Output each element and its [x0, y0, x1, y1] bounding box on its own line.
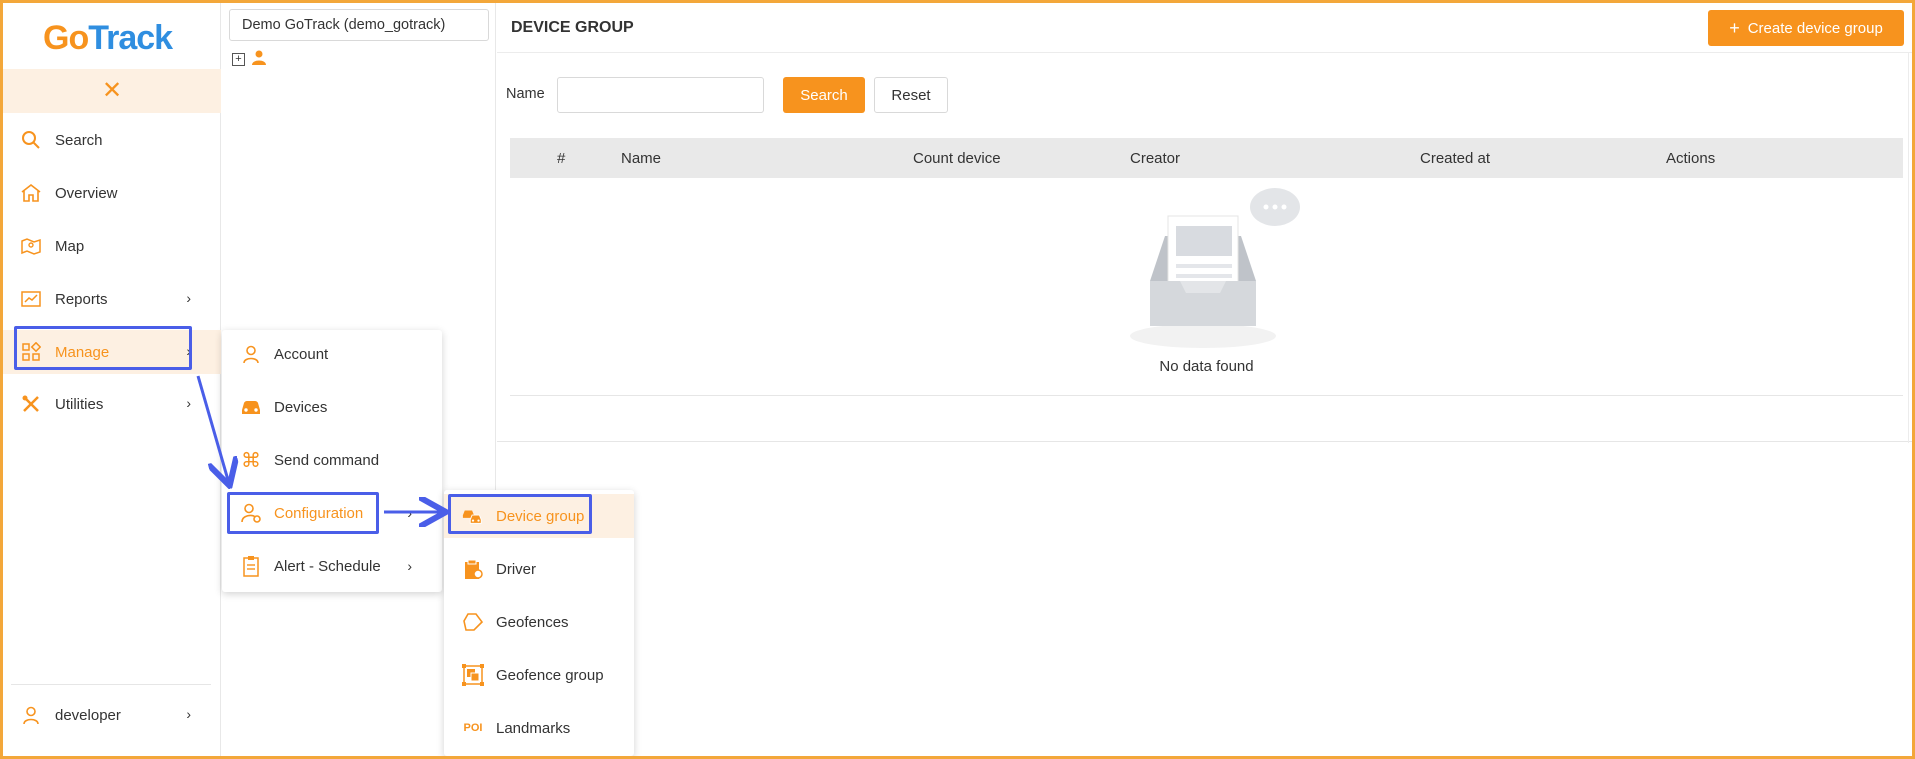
- device-group-table: # Name Count device Creator Created at A…: [510, 138, 1903, 396]
- cars-icon: [462, 505, 484, 527]
- empty-text: No data found: [1159, 358, 1254, 375]
- menu-item-label: Configuration: [274, 504, 364, 522]
- divider: [11, 684, 211, 685]
- search-button[interactable]: Search: [783, 77, 865, 113]
- gotrack-logo[interactable]: GoTrack: [43, 11, 173, 65]
- sidebar-item-label: Map: [55, 237, 85, 255]
- name-filter-label: Name: [506, 86, 545, 102]
- menu-item-account[interactable]: Account: [222, 332, 442, 376]
- sidebar-item-label: Manage: [55, 343, 110, 361]
- account-user-icon[interactable]: [251, 49, 267, 70]
- menu-item-label: Send command: [274, 451, 380, 469]
- scrollbar[interactable]: [1908, 53, 1912, 443]
- main-content: DEVICE GROUP + Create device group Name …: [497, 3, 1912, 756]
- driver-icon: [462, 558, 484, 580]
- chevron-right-icon: ›: [186, 343, 191, 359]
- sidebar-item-label: Utilities: [55, 395, 104, 413]
- user-icon: [19, 703, 43, 727]
- sidebar-item-search[interactable]: Search: [3, 118, 221, 162]
- table-header: # Name Count device Creator Created at A…: [510, 138, 1903, 178]
- chart-icon: [19, 287, 43, 311]
- menu-item-label: Alert - Schedule: [274, 557, 381, 575]
- poi-icon: POI: [463, 722, 483, 734]
- user-name: developer: [55, 706, 121, 724]
- sidebar-item-map[interactable]: Map: [3, 224, 221, 268]
- manage-submenu: Account Devices ⌘ Send command Configura…: [222, 330, 442, 592]
- command-icon: ⌘: [241, 449, 261, 472]
- chevron-right-icon: ›: [407, 558, 412, 574]
- divider: [497, 441, 1912, 442]
- menu-item-label: Landmarks: [496, 719, 571, 737]
- menu-item-label: Devices: [274, 398, 328, 416]
- chevron-right-icon: ›: [186, 706, 191, 722]
- sidebar-item-overview[interactable]: Overview: [3, 171, 221, 215]
- empty-inbox-icon: [1130, 188, 1300, 348]
- menu-item-label: Device group: [496, 507, 585, 525]
- menu-item-label: Geofence group: [496, 666, 604, 684]
- create-device-group-button[interactable]: + Create device group: [1708, 10, 1904, 46]
- sidebar-item-label: Search: [55, 131, 103, 149]
- tree-toolbar: +: [232, 49, 267, 70]
- column-header: Actions: [1666, 150, 1716, 167]
- sidebar-item-label: Reports: [55, 290, 108, 308]
- column-header: Name: [621, 150, 662, 167]
- menu-item-configuration[interactable]: Configuration ›: [222, 491, 442, 535]
- polygon-icon: [462, 611, 484, 633]
- car-icon: [240, 396, 262, 418]
- reset-button[interactable]: Reset: [874, 77, 948, 113]
- menu-item-landmarks[interactable]: POI Landmarks: [444, 706, 634, 750]
- sidebar: GoTrack ✕ Search Overview Map Reports › …: [3, 3, 221, 756]
- column-header: Created at: [1420, 150, 1491, 167]
- plus-icon: +: [1729, 18, 1740, 38]
- clipboard-icon: [240, 555, 262, 577]
- menu-item-geofences[interactable]: Geofences: [444, 600, 634, 644]
- column-header: Creator: [1130, 150, 1181, 167]
- search-icon: [19, 128, 43, 152]
- sidebar-collapse-button[interactable]: ✕: [3, 69, 221, 113]
- menu-item-devices[interactable]: Devices: [222, 385, 442, 429]
- column-header: #: [557, 150, 566, 167]
- home-icon: [19, 181, 43, 205]
- expand-icon[interactable]: +: [232, 53, 245, 66]
- menu-item-label: Geofences: [496, 613, 569, 631]
- grid-icon: [19, 340, 43, 364]
- column-header: Count device: [913, 150, 1001, 167]
- sidebar-user-menu[interactable]: developer ›: [3, 693, 221, 737]
- geofence-group-icon: [462, 664, 484, 686]
- sidebar-item-label: Overview: [55, 184, 118, 202]
- menu-item-device-group[interactable]: Device group: [444, 494, 634, 538]
- menu-item-geofence-group[interactable]: Geofence group: [444, 653, 634, 697]
- tools-icon: [19, 392, 43, 416]
- chevron-right-icon: ›: [407, 505, 412, 521]
- page-title: DEVICE GROUP: [511, 19, 634, 36]
- close-icon: ✕: [101, 77, 123, 104]
- page-header: DEVICE GROUP + Create device group: [497, 3, 1912, 53]
- chevron-right-icon: ›: [186, 395, 191, 411]
- sidebar-item-reports[interactable]: Reports ›: [3, 277, 221, 321]
- empty-state: No data found: [510, 178, 1903, 396]
- user-gear-icon: [240, 502, 262, 524]
- sidebar-item-utilities[interactable]: Utilities ›: [3, 382, 221, 426]
- configuration-submenu: Device group Driver Geofences Geofence g…: [444, 490, 634, 756]
- sidebar-item-manage[interactable]: Manage ›: [3, 330, 221, 374]
- name-filter-input[interactable]: [557, 77, 764, 113]
- account-select[interactable]: Demo GoTrack (demo_gotrack): [229, 9, 489, 41]
- menu-item-driver[interactable]: Driver: [444, 547, 634, 591]
- menu-item-label: Driver: [496, 560, 536, 578]
- user-icon: [240, 343, 262, 365]
- menu-item-send-command[interactable]: ⌘ Send command: [222, 438, 442, 482]
- menu-item-alert-schedule[interactable]: Alert - Schedule ›: [222, 544, 442, 588]
- map-icon: [19, 234, 43, 258]
- menu-item-label: Account: [274, 345, 329, 363]
- chevron-right-icon: ›: [186, 290, 191, 306]
